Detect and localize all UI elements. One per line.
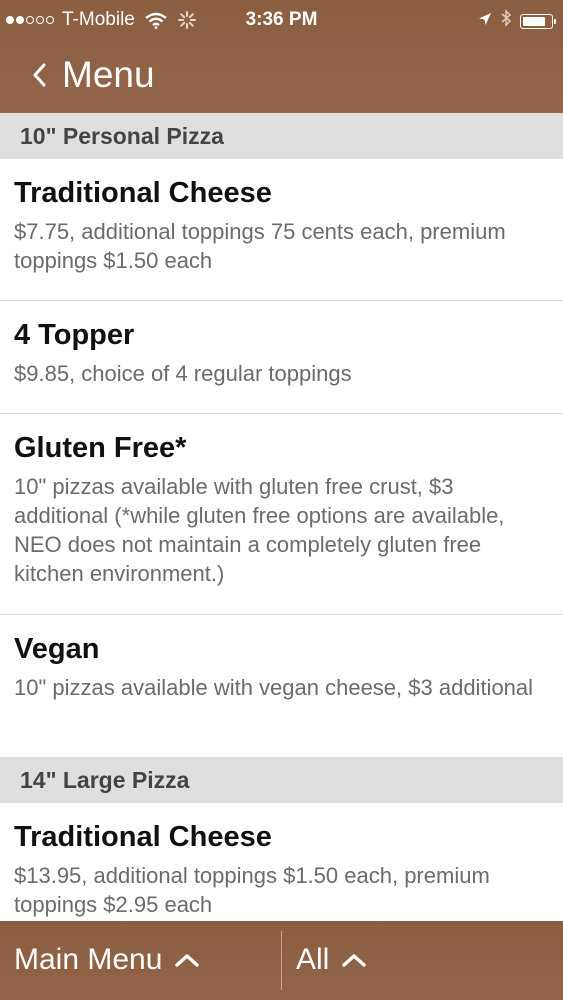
chevron-left-icon bbox=[33, 63, 46, 87]
bottom-bar-divider bbox=[281, 931, 282, 990]
top-bar: T-Mobile 3:36 PM Menu bbox=[0, 0, 563, 113]
menu-item-name: Vegan bbox=[14, 633, 100, 665]
filter-all-button[interactable]: All bbox=[296, 943, 367, 977]
menu-item-traditional-cheese-large[interactable]: Traditional Cheese $13.95, additional to… bbox=[0, 803, 563, 921]
back-button[interactable]: Menu bbox=[32, 54, 155, 96]
battery-icon bbox=[520, 13, 556, 29]
menu-item-name: Gluten Free* bbox=[14, 432, 187, 464]
menu-item-description: $9.85, choice of 4 regular toppings bbox=[14, 361, 352, 386]
navigation-bar: Menu bbox=[0, 40, 563, 113]
section-header: 14" Large Pizza bbox=[0, 757, 563, 803]
menu-item-name: 4 Topper bbox=[14, 319, 135, 351]
menu-item-name: Traditional Cheese bbox=[14, 821, 272, 853]
menu-item-description: 10" pizzas available with vegan cheese, … bbox=[14, 675, 534, 700]
chevron-up-icon bbox=[342, 954, 367, 967]
main-menu-label: Main Menu bbox=[14, 943, 163, 976]
menu-item-description: $7.75, additional toppings 75 cents each… bbox=[14, 219, 506, 273]
menu-item-description: $13.95, additional toppings $1.50 each, … bbox=[14, 863, 490, 917]
menu-item-description: 10" pizzas available with gluten free cr… bbox=[14, 474, 505, 586]
menu-item-traditional-cheese-personal[interactable]: Traditional Cheese $7.75, additional top… bbox=[0, 159, 563, 301]
section-header: 10" Personal Pizza bbox=[0, 113, 563, 159]
main-menu-button[interactable]: Main Menu bbox=[14, 943, 200, 977]
location-arrow-icon bbox=[478, 10, 492, 32]
menu-item-name: Traditional Cheese bbox=[14, 177, 272, 209]
bottom-bar: Main Menu All bbox=[0, 921, 563, 1000]
chevron-up-icon bbox=[175, 954, 200, 967]
bluetooth-icon bbox=[500, 9, 512, 33]
back-button-label: Menu bbox=[62, 54, 155, 95]
status-bar: T-Mobile 3:36 PM bbox=[0, 0, 563, 40]
filter-label: All bbox=[296, 943, 330, 976]
menu-item-vegan[interactable]: Vegan 10" pizzas available with vegan ch… bbox=[0, 615, 563, 757]
menu-item-gluten-free[interactable]: Gluten Free* 10" pizzas available with g… bbox=[0, 414, 563, 615]
menu-list[interactable]: 10" Personal Pizza Traditional Cheese $7… bbox=[0, 113, 563, 921]
menu-item-4-topper[interactable]: 4 Topper $9.85, choice of 4 regular topp… bbox=[0, 301, 563, 414]
